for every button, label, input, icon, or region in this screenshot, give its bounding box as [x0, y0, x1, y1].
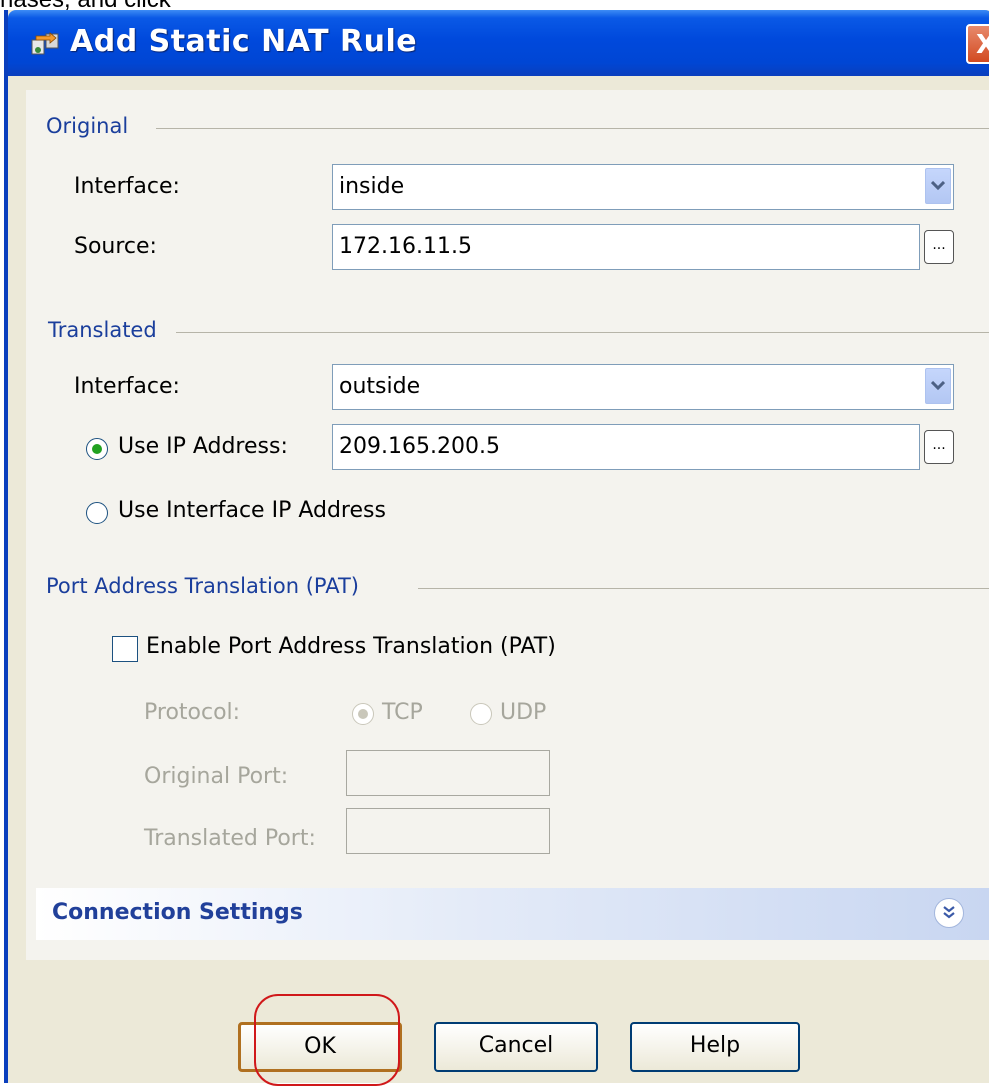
translated-interface-select[interactable]: outside: [332, 364, 954, 410]
use-interface-ip-radio[interactable]: [86, 502, 108, 524]
udp-label: UDP: [500, 700, 547, 725]
protocol-label: Protocol:: [144, 700, 241, 725]
translated-interface-label: Interface:: [74, 374, 180, 399]
pat-group-divider: [418, 588, 989, 589]
dialog-title: Add Static NAT Rule: [70, 24, 418, 59]
close-button[interactable]: X: [966, 24, 989, 64]
translated-interface-value: outside: [339, 374, 421, 399]
original-port-label: Original Port:: [144, 764, 289, 789]
dialog-window: Add Static NAT Rule X Original Interface…: [4, 10, 989, 1083]
help-button[interactable]: Help: [630, 1022, 800, 1072]
original-interface-value: inside: [339, 174, 405, 199]
connection-settings-bar[interactable]: Connection Settings: [36, 888, 989, 940]
nat-rule-icon: [31, 32, 59, 55]
chevron-down-icon[interactable]: [925, 168, 951, 204]
translated-ip-browse-button[interactable]: ...: [924, 430, 954, 464]
original-source-field[interactable]: 172.16.11.5: [332, 224, 920, 270]
chevron-down-icon[interactable]: [925, 368, 951, 404]
title-bar[interactable]: Add Static NAT Rule X: [8, 10, 989, 76]
enable-pat-checkbox[interactable]: [112, 636, 138, 662]
translated-port-field[interactable]: [346, 808, 550, 854]
cancel-button[interactable]: Cancel: [434, 1022, 598, 1072]
use-interface-ip-label[interactable]: Use Interface IP Address: [118, 498, 386, 523]
translated-port-label: Translated Port:: [144, 826, 316, 851]
original-source-browse-button[interactable]: ...: [924, 230, 954, 264]
translated-group-label: Translated: [48, 318, 167, 342]
dialog-body: Original Interface: inside Source: 172.1…: [26, 90, 989, 960]
original-group-divider: [156, 128, 989, 129]
original-source-label: Source:: [74, 234, 157, 259]
double-chevron-down-icon[interactable]: [934, 898, 964, 928]
pat-group-label: Port Address Translation (PAT): [46, 574, 369, 598]
udp-radio[interactable]: [470, 703, 492, 725]
ok-highlight-circle: [254, 994, 400, 1086]
enable-pat-label[interactable]: Enable Port Address Translation (PAT): [146, 634, 556, 659]
translated-group-divider: [176, 332, 989, 333]
original-port-field[interactable]: [346, 750, 550, 796]
connection-settings-label[interactable]: Connection Settings: [52, 900, 303, 925]
use-ip-address-label[interactable]: Use IP Address:: [118, 434, 288, 459]
original-interface-label: Interface:: [74, 174, 180, 199]
use-ip-address-radio[interactable]: [86, 438, 108, 460]
translated-ip-field[interactable]: 209.165.200.5: [332, 424, 920, 470]
original-interface-select[interactable]: inside: [332, 164, 954, 210]
tcp-radio[interactable]: [352, 703, 374, 725]
original-group-label: Original: [46, 114, 139, 138]
tcp-label: TCP: [382, 700, 423, 725]
